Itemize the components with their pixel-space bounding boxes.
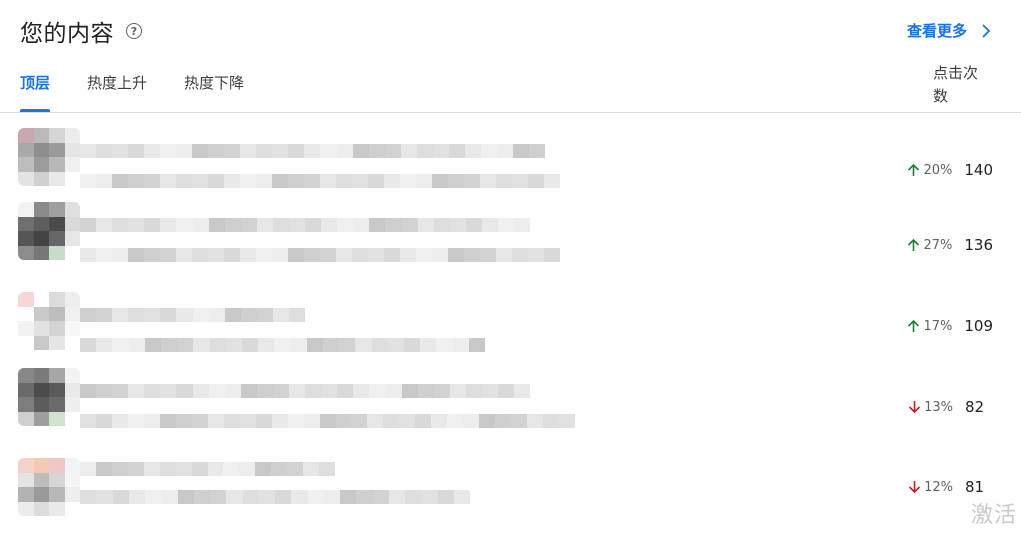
change-percent: 17%	[923, 318, 953, 334]
content-thumbnail	[18, 202, 80, 260]
content-thumbnail	[18, 292, 80, 350]
watermark: 激活	[970, 503, 1017, 528]
row-stats: 27% 136	[907, 236, 993, 254]
content-row[interactable]: 20% 140	[18, 128, 1021, 204]
content-row[interactable]: 13% 82	[18, 368, 1021, 444]
card-header: 您的内容 ?	[20, 14, 142, 48]
change-percent: 12%	[924, 479, 953, 495]
change-percent: 20%	[923, 162, 953, 178]
content-title-redacted	[80, 218, 531, 232]
arrow-up-icon	[908, 319, 920, 332]
tab-bar: 顶层 热度上升 热度下降	[20, 72, 281, 112]
see-more-link[interactable]: 查看更多	[907, 20, 991, 41]
click-count: 140	[964, 161, 993, 179]
arrow-up-icon	[908, 238, 920, 251]
row-stats: 12% 81	[908, 478, 993, 496]
content-subtitle-redacted	[80, 414, 576, 428]
row-stats: 20% 140	[907, 161, 993, 179]
content-row[interactable]: 12% 81	[18, 458, 1021, 534]
arrow-down-icon	[909, 481, 921, 494]
clicks-column-header[interactable]: 点击次数	[933, 62, 983, 108]
content-thumbnail	[18, 368, 80, 426]
content-subtitle-redacted	[80, 248, 560, 262]
content-title-redacted	[80, 384, 531, 398]
content-title-redacted	[80, 308, 306, 322]
content-row[interactable]: 17% 109	[18, 292, 1021, 368]
click-count: 109	[964, 317, 993, 335]
arrow-down-icon	[909, 401, 921, 414]
see-more-label: 查看更多	[906, 22, 967, 40]
click-count: 81	[965, 478, 985, 496]
row-stats: 13% 82	[908, 398, 993, 416]
change-percent: 27%	[923, 237, 953, 253]
change-percent: 13%	[924, 399, 953, 415]
content-title-redacted	[80, 144, 545, 158]
click-count: 136	[964, 236, 993, 254]
your-content-card: 您的内容 ? 查看更多 顶层 热度上升 热度下降 点击次数 20% 140 27% 1…	[0, 0, 1021, 531]
row-stats: 17% 109	[907, 317, 993, 335]
tab-trending-down[interactable]: 热度下降	[184, 72, 244, 112]
content-subtitle-redacted	[80, 174, 560, 188]
content-thumbnail	[18, 458, 80, 516]
chevron-right-icon	[982, 23, 991, 38]
content-subtitle-redacted	[80, 490, 470, 504]
tab-trending-up[interactable]: 热度上升	[87, 72, 147, 112]
header-divider	[0, 112, 1021, 113]
arrow-up-icon	[908, 163, 920, 176]
tab-top[interactable]: 顶层	[20, 72, 51, 112]
content-title-redacted	[80, 462, 335, 476]
content-row[interactable]: 27% 136	[18, 202, 1021, 278]
content-subtitle-redacted	[80, 338, 486, 352]
help-icon[interactable]: ?	[126, 23, 142, 39]
card-title: 您的内容	[20, 21, 114, 47]
click-count: 82	[965, 398, 985, 416]
content-thumbnail	[18, 128, 80, 186]
